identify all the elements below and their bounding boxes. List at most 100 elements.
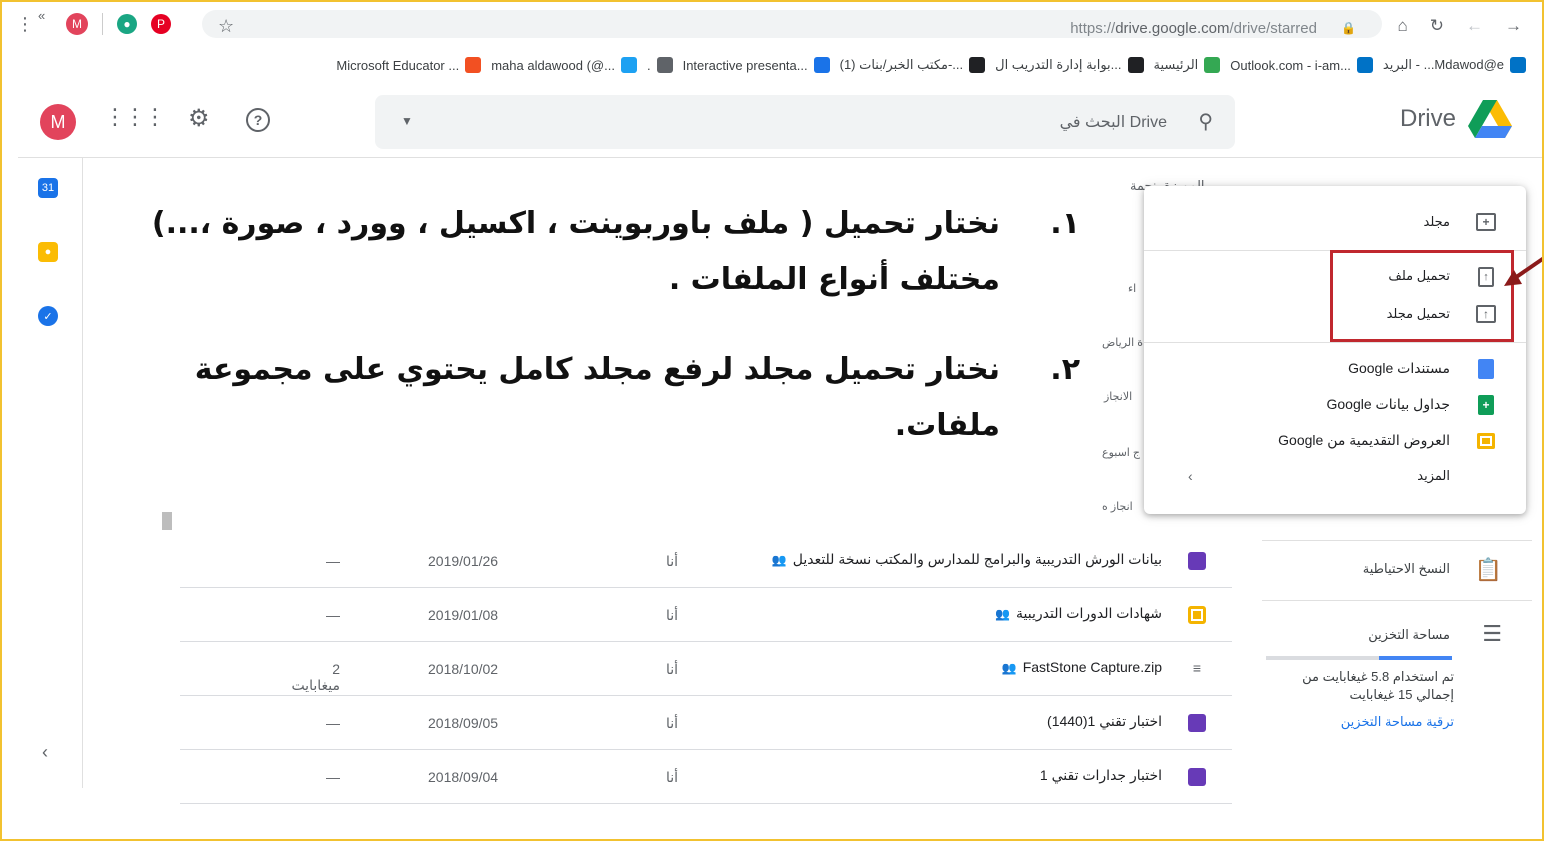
upgrade-storage-link[interactable]: ترقية مساحة التخزين [1266,714,1454,730]
right-nav: النسخ الاحتياطية 📋 مساحة التخزين ☰ [1262,540,1532,660]
instruction-text: نختار تحميل ( ملف باوربوينت ، اكسيل ، وو… [151,206,1000,297]
chevron-left-icon: ‹ [1188,468,1193,484]
file-size: — [326,715,340,731]
storage-icon: ☰ [1482,621,1502,646]
nav-storage-label: مساحة التخزين [1368,627,1450,642]
menu-item-google-sheets[interactable]: جداول بيانات Google + [1144,390,1526,420]
side-panel: 31 ● ✓ [28,170,72,370]
nav-backups-label: النسخ الاحتياطية [1362,561,1450,576]
nav-backups[interactable]: النسخ الاحتياطية 📋 [1262,540,1532,600]
bookmark-label: . [646,57,651,73]
forward-icon[interactable]: → [1505,16,1522,36]
backup-icon: 📋 [1474,557,1502,582]
search-options-chevron-icon[interactable]: ▼ [401,114,413,128]
menu-item-more[interactable]: المزيد ‹ [1144,462,1526,492]
bookmark-item[interactable]: (1) مكتب الخبر/بنات-... [840,57,986,73]
file-modified-date: 2018/09/04 [428,769,499,785]
file-owner: أنا [666,607,679,623]
side-divider [82,158,83,788]
form-file-icon [1188,768,1206,786]
bookmark-favicon-icon [465,57,482,73]
file-size: — [326,553,340,569]
menu-item-new-folder[interactable]: مجلد + [1144,208,1526,238]
search-icon[interactable]: ⚲ [1198,109,1213,134]
file-size: 2 ميغابايت [291,661,340,693]
table-row[interactable]: — 2018/09/05 أنا اختبار تقني 1(1440) [180,696,1232,750]
bookmark-label: البريد - ...Mdawod@e [1382,57,1504,72]
bookmark-star-icon[interactable]: ☆ [218,16,234,37]
menu-item-label: مجلد [1423,214,1450,229]
file-name: اختبار جدارات تقني 1 [1040,767,1162,784]
bookmark-item[interactable]: maha aldawood (@... [491,57,637,73]
bookmark-label: الرئيسية [1153,57,1199,72]
table-row[interactable]: 2 ميغابايت 2018/10/02 أنا FastStone Capture… [180,642,1232,696]
apps-grid-icon[interactable]: ⋮⋮⋮ [104,104,166,130]
file-owner: أنا [666,715,679,731]
bookmark-item[interactable]: البريد - ...Mdawod@e [1383,57,1526,73]
file-name-text: بيانات الورش التدريبية والبرامج للمدارس … [792,551,1162,567]
bookmarks-overflow-icon[interactable]: « [38,8,45,23]
file-modified-date: 2019/01/26 [428,553,499,569]
form-file-icon [1188,714,1206,732]
bookmark-favicon-icon [656,57,673,73]
drive-logo[interactable]: Drive [1400,100,1512,138]
calendar-icon[interactable]: 31 [38,178,58,198]
bookmark-label: (1) مكتب الخبر/بنات-... [839,57,964,72]
pointer-arrow-icon [1504,256,1544,286]
file-name: بيانات الورش التدريبية والبرامج للمدارس … [772,551,1162,568]
home-icon[interactable]: ⌂ [1397,16,1407,36]
search-input[interactable]: البحث في Drive [1060,112,1167,132]
new-item-menu: مجلد + تحميل ملف ↑ تحميل مجلد ↑ مستندات … [1144,186,1526,514]
file-owner: أنا [666,553,679,569]
storage-progress-bar [1266,656,1452,660]
bookmark-item[interactable]: Microsoft Educator ... [336,57,482,73]
shared-icon: 👥 [1001,661,1017,675]
bookmark-item[interactable]: . [647,57,673,73]
menu-item-label: العروض التقديمية من Google [1278,432,1450,448]
background-text-fragment: انجاز ه [1102,501,1133,513]
browser-toolbar: ⋮ M ● P ☆ https://drive.google.com/drive… [2,2,1542,46]
browser-menu-icon[interactable]: ⋮ [16,14,34,35]
new-folder-icon: + [1476,213,1496,231]
keep-icon[interactable]: ● [38,242,58,262]
zip-file-icon: ≡ [1192,660,1202,676]
bookmark-favicon-icon [1204,57,1221,73]
back-icon[interactable]: ← [1466,16,1483,36]
instruction-number: ٢. [1050,352,1080,387]
profile-avatar[interactable]: M [66,13,88,35]
scrollbar-thumb[interactable] [162,512,172,530]
menu-item-google-docs[interactable]: مستندات Google [1144,354,1526,384]
file-owner: أنا [666,661,679,677]
nav-storage[interactable]: مساحة التخزين ☰ [1262,600,1532,660]
bookmark-label: Microsoft Educator ... [336,57,460,73]
file-size: — [326,769,340,785]
bookmark-item[interactable]: الرئيسية [1154,57,1221,73]
lock-icon[interactable]: 🔒 [1341,21,1356,35]
bookmark-favicon-icon [1127,57,1144,73]
drive-logo-text: Drive [1399,105,1456,132]
instruction-text: نختار تحميل مجلد لرفع مجلد كامل يحتوي عل… [194,352,1000,443]
bookmark-label: بوابة إدارة التدريب ال... [995,57,1122,72]
bookmark-item[interactable]: بوابة إدارة التدريب ال... [995,57,1144,73]
file-modified-date: 2018/10/02 [428,661,499,677]
gear-icon[interactable]: ⚙ [188,104,210,133]
bookmark-item[interactable]: Interactive presenta... [683,57,830,73]
pinterest-icon[interactable]: P [151,14,171,34]
instruction-overlay: ١. نختار تحميل ( ملف باوربوينت ، اكسيل ،… [120,196,1080,454]
url-text[interactable]: https://drive.google.com/drive/starred [1070,20,1317,37]
help-icon[interactable]: ? [246,108,270,132]
bookmark-item[interactable]: Outlook.com - i-am... [1230,57,1373,73]
upload-options-highlight [1330,250,1514,342]
collapse-panel-chevron-icon[interactable]: ‹ [42,742,48,763]
table-row[interactable]: — 2019/01/26 أنا بيانات الورش التدريبية وال… [180,534,1232,588]
bookmark-label: Outlook.com - i-am... [1230,57,1351,73]
storage-progress-fill [1379,656,1452,660]
menu-item-google-slides[interactable]: العروض التقديمية من Google [1144,426,1526,456]
account-avatar[interactable]: M [40,104,76,140]
tasks-icon[interactable]: ✓ [38,306,58,326]
search-box[interactable]: ▼ البحث في Drive ⚲ [375,95,1235,149]
table-row[interactable]: — 2018/09/04 أنا اختبار جدارات تقني 1 [180,750,1232,804]
table-row[interactable]: — 2019/01/08 أنا شهادات الدورات التدريبية 👥 [180,588,1232,642]
extension-icon[interactable]: ● [117,14,137,34]
reload-icon[interactable]: ↻ [1430,16,1444,36]
